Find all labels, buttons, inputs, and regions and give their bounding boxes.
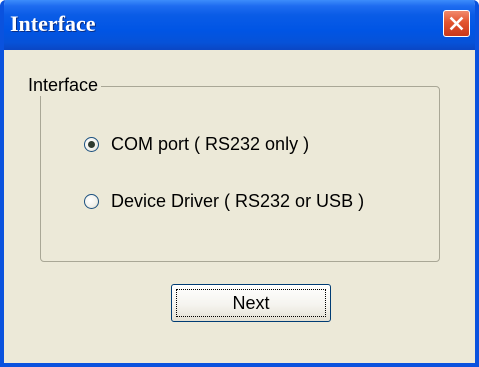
interface-groupbox [40, 86, 440, 262]
groupbox-legend: Interface [26, 74, 102, 96]
window-title: Interface [10, 11, 96, 36]
radio-button-selected[interactable] [84, 136, 99, 152]
radio-label-com-port[interactable]: COM port ( RS232 only ) [111, 133, 309, 155]
dialog-body: Interface COM port ( RS232 only ) Device… [4, 50, 475, 363]
close-icon [449, 16, 464, 31]
title-bar[interactable]: Interface [4, 0, 475, 50]
focus-ring [176, 289, 326, 317]
radio-button-unselected[interactable] [84, 193, 99, 209]
interface-dialog: Interface Interface COM port ( RS232 onl… [0, 0, 479, 367]
radio-selected-dot [88, 140, 95, 148]
radio-label-device-driver[interactable]: Device Driver ( RS232 or USB ) [111, 190, 364, 212]
radio-option-com-port[interactable]: COM port ( RS232 only ) [84, 133, 309, 155]
close-button[interactable] [443, 10, 470, 37]
next-button[interactable]: Next [171, 284, 331, 322]
radio-option-device-driver[interactable]: Device Driver ( RS232 or USB ) [84, 190, 364, 212]
